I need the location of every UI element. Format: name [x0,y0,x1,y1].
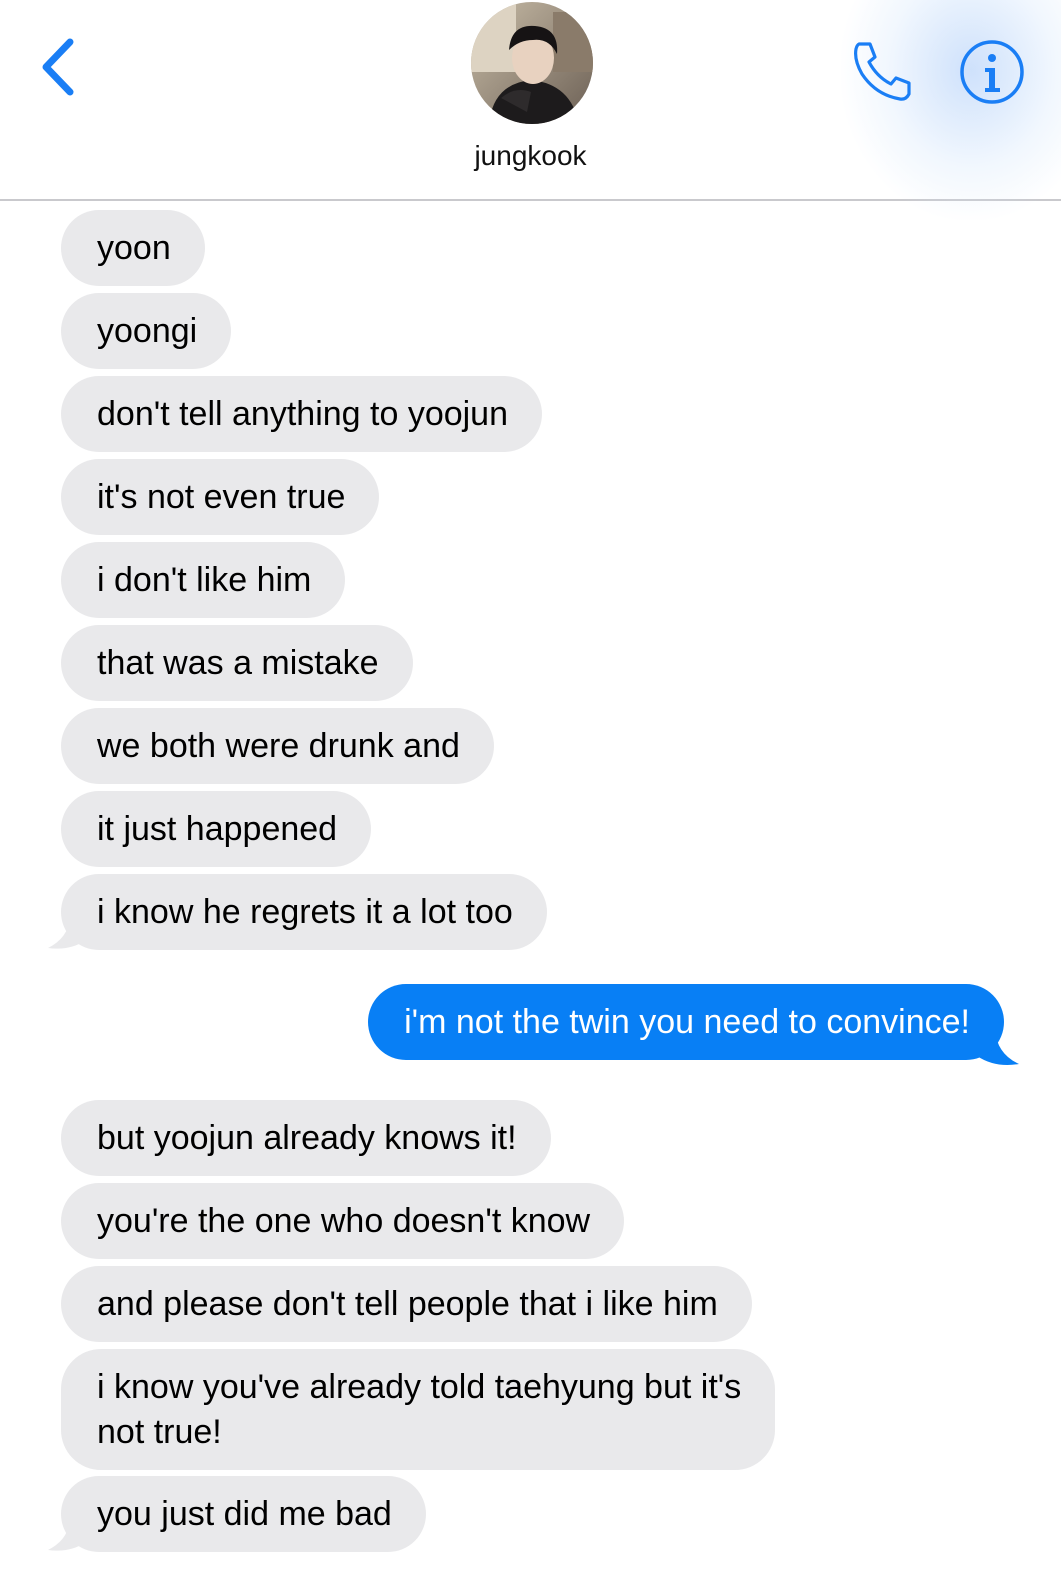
message-text: it just happened [97,810,338,848]
message-text: we both were drunk and [97,727,460,765]
message-text: but yoojun already knows it! [97,1119,517,1157]
chevron-left-icon[interactable] [36,36,82,98]
info-icon[interactable] [958,38,1026,106]
header-highlight [841,0,1061,220]
message-text: i don't like him [97,561,312,599]
message-text-line: i know you've already told taehyung but … [97,1368,742,1406]
message-bubble-incoming[interactable]: we both were drunk and [61,708,494,784]
message-text: you're the one who doesn't know [97,1202,591,1240]
message-bubble-incoming[interactable]: yoongi [61,293,232,369]
message-text: that was a mistake [97,644,379,682]
message-bubble-incoming[interactable]: yoon [61,210,205,286]
message-bubble-incoming[interactable]: i know he regrets it a lot too [61,874,547,950]
message-bubble-incoming[interactable]: but yoojun already knows it! [61,1100,551,1176]
message-bubble-incoming[interactable]: it's not even true [61,459,380,535]
message-bubble-incoming[interactable]: you just did me bad [61,1476,426,1552]
message-bubble-incoming[interactable]: i know you've already told taehyung but … [61,1349,776,1470]
message-text-line: not true! [97,1413,222,1451]
contact-name[interactable]: jungkook [0,140,1061,172]
message-text: you just did me bad [97,1495,392,1533]
message-text: yoongi [97,312,198,350]
contact-avatar[interactable] [471,2,593,124]
message-bubble-incoming[interactable]: you're the one who doesn't know [61,1183,625,1259]
message-text: i know he regrets it a lot too [97,893,513,931]
message-bubble-outgoing[interactable]: i'm not the twin you need to convince! [368,984,1004,1060]
message-bubble-incoming[interactable]: that was a mistake [61,625,413,701]
message-bubble-incoming[interactable]: and please don't tell people that i like… [61,1266,752,1342]
message-text: it's not even true [97,478,346,516]
message-bubble-incoming[interactable]: i don't like him [61,542,346,618]
phone-icon[interactable] [850,38,916,104]
message-bubble-incoming[interactable]: don't tell anything to yoojun [61,376,543,452]
message-text: don't tell anything to yoojun [97,395,509,433]
message-text: yoon [97,229,171,267]
message-bubble-incoming[interactable]: it just happened [61,791,372,867]
message-text: i'm not the twin you need to convince! [404,1003,970,1041]
message-text: and please don't tell people that i like… [97,1285,718,1323]
conversation-header: jungkook [0,0,1061,220]
